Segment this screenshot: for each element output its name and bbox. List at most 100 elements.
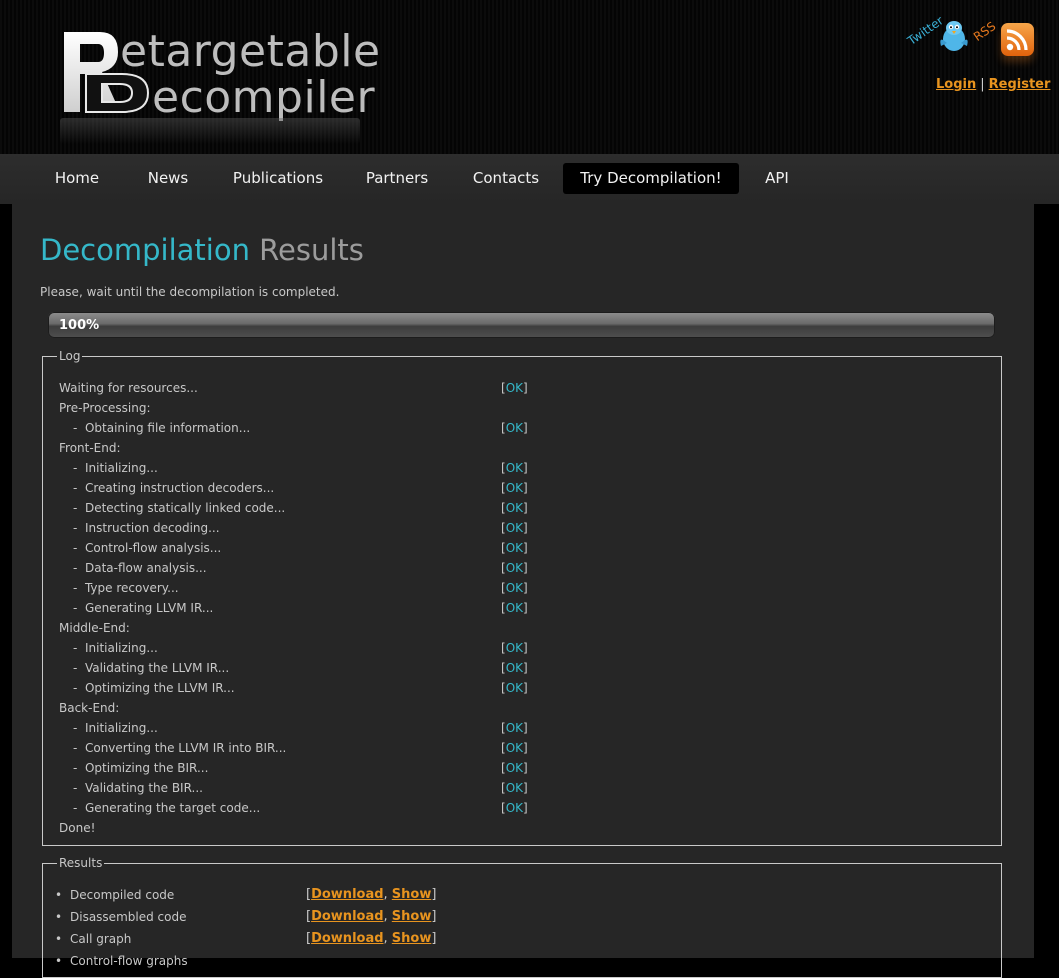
status-ok: OK bbox=[505, 601, 524, 615]
result-item: • Decompiled code bbox=[55, 888, 174, 902]
rss-feed-icon[interactable] bbox=[1001, 23, 1034, 56]
result-item-name: Call graph bbox=[70, 932, 132, 946]
nav-item-news[interactable]: News bbox=[136, 163, 200, 194]
download-link[interactable]: Download bbox=[311, 909, 383, 924]
bullet-icon: • bbox=[55, 954, 63, 968]
log-line: Optimizing the BIR... bbox=[73, 761, 208, 775]
log-status: [OK] bbox=[501, 561, 528, 575]
log-status: [OK] bbox=[501, 601, 528, 615]
log-line: Waiting for resources... bbox=[59, 381, 198, 395]
result-item: • Control-flow graphs bbox=[55, 954, 188, 968]
status-ok: OK bbox=[505, 781, 524, 795]
progress-bar: 100% bbox=[48, 312, 995, 338]
log-status: [OK] bbox=[501, 761, 528, 775]
status-ok: OK bbox=[505, 381, 524, 395]
log-status: [OK] bbox=[501, 461, 528, 475]
progress-label: 100% bbox=[59, 318, 100, 333]
log-line: Initializing... bbox=[73, 461, 158, 475]
status-ok: OK bbox=[505, 641, 524, 655]
nav-item-partners[interactable]: Partners bbox=[356, 163, 438, 194]
log-status: [OK] bbox=[501, 481, 528, 495]
show-link[interactable]: Show bbox=[392, 931, 432, 946]
page-title-part1: Decompilation bbox=[40, 233, 250, 267]
log-status: [OK] bbox=[501, 661, 528, 675]
nav-item-try-decompilation[interactable]: Try Decompilation! bbox=[563, 163, 739, 194]
bullet-icon: • bbox=[55, 888, 63, 902]
log-line: Validating the BIR... bbox=[73, 781, 203, 795]
result-item: • Disassembled code bbox=[55, 910, 186, 924]
log-status: [OK] bbox=[501, 801, 528, 815]
log-line: Converting the LLVM IR into BIR... bbox=[73, 741, 286, 755]
log-status: [OK] bbox=[501, 641, 528, 655]
nav-item-api[interactable]: API bbox=[752, 163, 802, 194]
status-ok: OK bbox=[505, 801, 524, 815]
result-item-name: Disassembled code bbox=[70, 910, 187, 924]
log-line: Done! bbox=[59, 821, 96, 835]
site-logo[interactable]: etargetable ecompiler bbox=[56, 26, 386, 146]
status-ok: OK bbox=[505, 661, 524, 675]
nav-item-publications[interactable]: Publications bbox=[226, 163, 330, 194]
log-line: Back-End: bbox=[59, 701, 120, 715]
log-line: Obtaining file information... bbox=[73, 421, 250, 435]
log-line: Validating the LLVM IR... bbox=[73, 661, 229, 675]
result-item-name: Decompiled code bbox=[70, 888, 175, 902]
log-line: Front-End: bbox=[59, 441, 121, 455]
logo-word-retargetable: etargetable bbox=[120, 26, 381, 77]
download-link[interactable]: Download bbox=[311, 887, 383, 902]
log-line: Detecting statically linked code... bbox=[73, 501, 285, 515]
log-status: [OK] bbox=[501, 381, 528, 395]
twitter-bird-icon[interactable] bbox=[939, 18, 969, 54]
log-line: Generating the target code... bbox=[73, 801, 260, 815]
log-line: Initializing... bbox=[73, 721, 158, 735]
log-line: Control-flow analysis... bbox=[73, 541, 221, 555]
status-ok: OK bbox=[505, 501, 524, 515]
progress-fill bbox=[48, 312, 995, 338]
log-status: [OK] bbox=[501, 541, 528, 555]
log-line: Type recovery... bbox=[73, 581, 179, 595]
log-status: [OK] bbox=[501, 781, 528, 795]
nav-item-home[interactable]: Home bbox=[42, 163, 112, 194]
logo-reflection bbox=[60, 118, 360, 144]
results-legend: Results bbox=[59, 856, 103, 870]
site-header: etargetable ecompiler Twitter RSS Login |… bbox=[0, 0, 1059, 154]
logo-word-decompiler: ecompiler bbox=[152, 72, 376, 123]
bullet-icon: • bbox=[55, 910, 63, 924]
log-line: Pre-Processing: bbox=[59, 401, 151, 415]
show-link[interactable]: Show bbox=[392, 887, 432, 902]
social-links: Twitter RSS bbox=[905, 12, 1045, 72]
status-ok: OK bbox=[505, 761, 524, 775]
result-links: [Download, Show] bbox=[306, 931, 437, 946]
log-line: Initializing... bbox=[73, 641, 158, 655]
log-legend: Log bbox=[59, 349, 81, 363]
log-status: [OK] bbox=[501, 681, 528, 695]
log-line: Middle-End: bbox=[59, 621, 130, 635]
status-ok: OK bbox=[505, 741, 524, 755]
log-status: [OK] bbox=[501, 521, 528, 535]
status-ok: OK bbox=[505, 521, 524, 535]
status-ok: OK bbox=[505, 681, 524, 695]
nav-item-contacts[interactable]: Contacts bbox=[464, 163, 548, 194]
status-ok: OK bbox=[505, 721, 524, 735]
show-link[interactable]: Show bbox=[392, 909, 432, 924]
bullet-icon: • bbox=[55, 932, 63, 946]
result-item: • Call graph bbox=[55, 932, 131, 946]
log-line: Data-flow analysis... bbox=[73, 561, 207, 575]
login-link[interactable]: Login bbox=[936, 77, 976, 92]
rss-link[interactable]: RSS bbox=[971, 19, 998, 44]
download-link[interactable]: Download bbox=[311, 931, 383, 946]
status-ok: OK bbox=[505, 481, 524, 495]
log-status: [OK] bbox=[501, 581, 528, 595]
log-line: Instruction decoding... bbox=[73, 521, 220, 535]
log-line: Optimizing the LLVM IR... bbox=[73, 681, 235, 695]
main-content: Decompilation Results Please, wait until… bbox=[12, 204, 1034, 978]
register-link[interactable]: Register bbox=[989, 77, 1051, 92]
log-status: [OK] bbox=[501, 501, 528, 515]
log-status: [OK] bbox=[501, 741, 528, 755]
status-ok: OK bbox=[505, 581, 524, 595]
log-status: [OK] bbox=[501, 721, 528, 735]
page-title: Decompilation Results bbox=[40, 232, 364, 268]
wait-message: Please, wait until the decompilation is … bbox=[40, 285, 340, 299]
result-links: [Download, Show] bbox=[306, 909, 437, 924]
page-title-part2: Results bbox=[259, 233, 364, 267]
log-line: Creating instruction decoders... bbox=[73, 481, 274, 495]
